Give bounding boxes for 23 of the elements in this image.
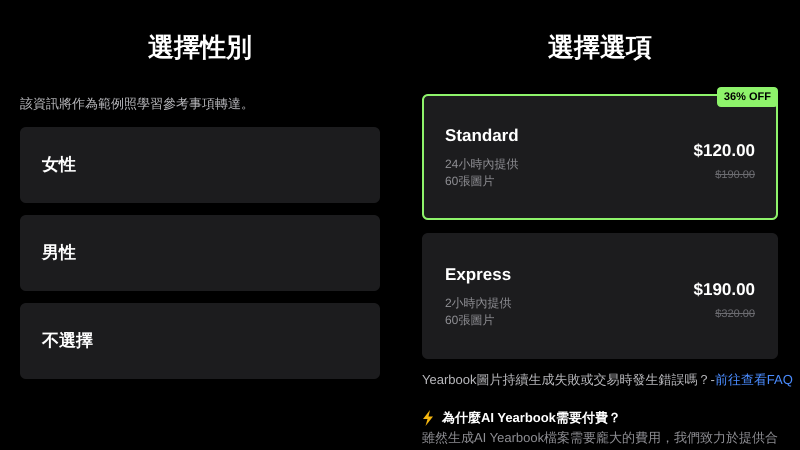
- plan-detail: 60張圖片: [445, 312, 496, 328]
- section-title: 選擇性別: [147, 32, 253, 65]
- lightning-icon: [422, 410, 434, 426]
- gender-option[interactable]: 不選擇: [20, 303, 380, 379]
- discount-badge: 36% OFF: [716, 87, 778, 107]
- plan-card[interactable]: Express 2小時內提供 60張圖片 $190.00 $320.00: [422, 233, 778, 359]
- plan-detail: 24小時內提供: [445, 156, 519, 172]
- price: $120.00: [694, 140, 755, 162]
- faq-heading: 為什麼AI Yearbook需要付費？: [442, 409, 621, 427]
- price: $190.00: [694, 279, 755, 302]
- plan-detail: 2小時內提供: [445, 294, 512, 312]
- gender-option[interactable]: 男性: [20, 215, 380, 291]
- plan-detail: 60張圖片: [445, 172, 496, 190]
- description: 該資訊將作為範例照學習參考事項轉達。: [20, 95, 255, 113]
- faq-answer: 雖然生成AI Yearbook檔案需要龐大的費用，我們致力於提供合: [422, 430, 778, 445]
- plan-name: Standard: [445, 124, 519, 146]
- original-price: $320.00: [715, 307, 755, 322]
- original-price: $190.00: [715, 168, 755, 184]
- plan-name: Express: [445, 264, 512, 286]
- faq-link[interactable]: 前往查看FAQ: [714, 372, 793, 387]
- section-title: 選擇選項: [547, 32, 653, 65]
- help-text: Yearbook圖片持續生成失敗或交易時發生錯誤嗎？-: [422, 372, 715, 387]
- gender-option[interactable]: 女性: [20, 127, 380, 203]
